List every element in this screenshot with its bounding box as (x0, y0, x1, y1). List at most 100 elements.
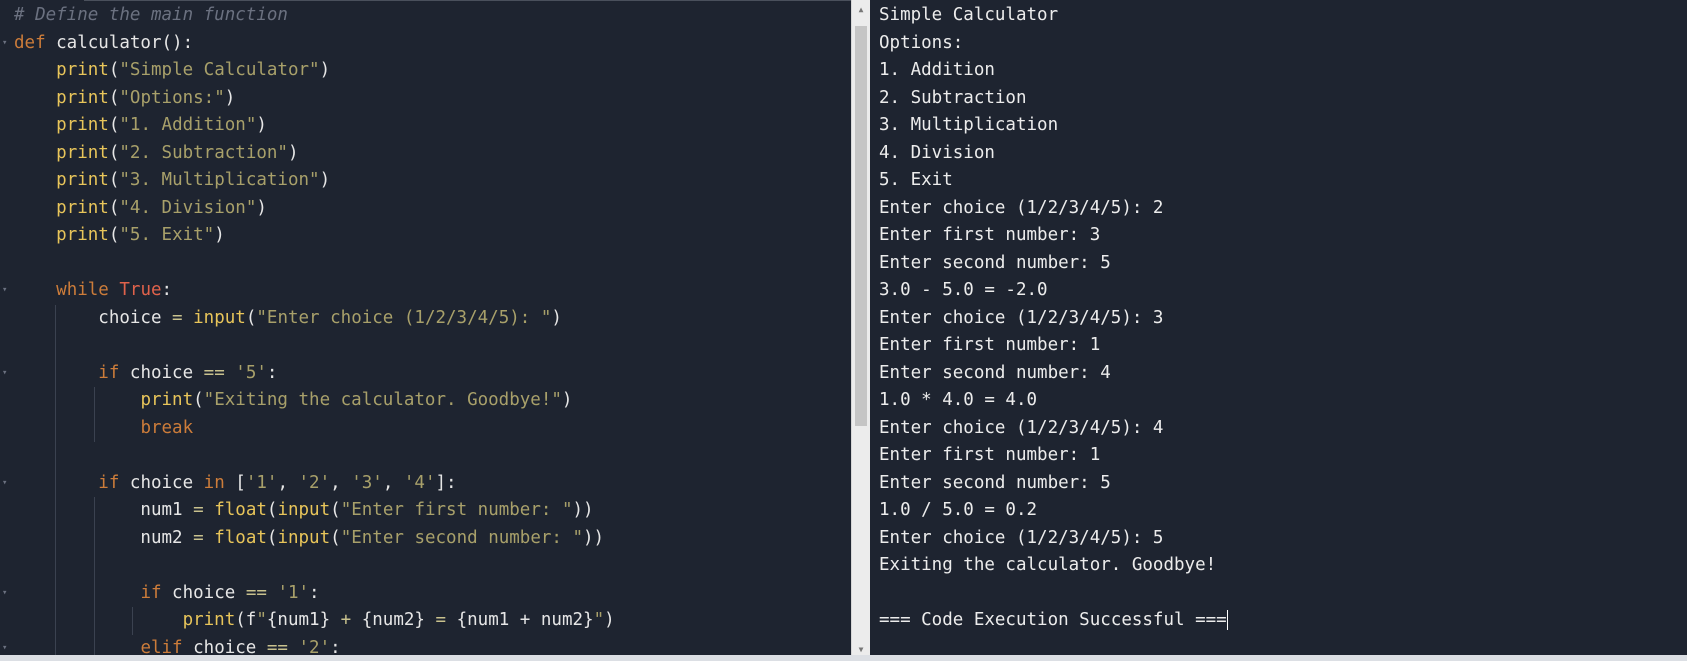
code-token: (f (235, 610, 257, 630)
code-token: : (266, 362, 278, 383)
code-token: ( (108, 170, 120, 190)
code-token: : (309, 582, 320, 603)
output-line: Enter choice (1/2/3/4/5): 5 (879, 525, 1163, 553)
code-text: print("Exiting the calculator. Goodbye!"… (14, 387, 572, 415)
fold-arrow-icon[interactable]: ▾ (2, 277, 7, 305)
console-output[interactable]: Simple Calculator Options: 1. Addition 2. S… (870, 0, 1687, 655)
code-text: break (14, 415, 193, 443)
code-token: "5. Exit" (119, 225, 215, 245)
code-token: print (56, 142, 109, 163)
fold-arrow-icon[interactable]: ▾ (2, 470, 7, 498)
output-text: Simple Calculator (879, 5, 1059, 25)
output-line: Enter choice (1/2/3/4/5): 2 (879, 195, 1163, 223)
code-token: "Enter choice (1/2/3/4/5): " (256, 307, 552, 328)
fold-arrow-icon[interactable]: ▾ (2, 30, 7, 58)
code-token: print (56, 115, 109, 135)
code-text: if choice == '1': (14, 580, 320, 608)
code-text: print("3. Multiplication") (14, 167, 330, 195)
code-token: num2 (14, 527, 194, 548)
output-text: 1. Addition (879, 60, 995, 80)
code-token: , (330, 472, 352, 493)
code-editor[interactable]: # Define the main function ▾ def calculato… (0, 0, 851, 661)
code-line: ▾ if choice == '5': (0, 360, 851, 388)
code-token: " (256, 610, 267, 630)
code-token: '1' (277, 582, 310, 603)
code-token: choice (119, 362, 204, 383)
code-token: = (172, 307, 183, 328)
code-line: print("5. Exit") (0, 222, 851, 250)
code-line: print("Exiting the calculator. Goodbye!"… (0, 387, 851, 415)
bottom-border (0, 655, 1687, 661)
output-line: 3.0 - 5.0 = -2.0 (879, 277, 1048, 305)
code-token: {num2} (351, 610, 436, 630)
code-token: print (182, 610, 236, 630)
code-line: choice = input("Enter choice (1/2/3/4/5)… (0, 305, 851, 333)
output-text: Enter first number: 1 (879, 335, 1101, 355)
code-token: float (214, 500, 267, 520)
code-line: # Define the main function (0, 2, 851, 30)
code-token: print (56, 197, 109, 218)
chevron-up-icon[interactable]: ▲ (852, 2, 870, 18)
output-text: 1.0 * 4.0 = 4.0 (879, 390, 1038, 410)
code-token: if (98, 472, 120, 493)
fold-arrow-icon[interactable]: ▾ (2, 360, 7, 388)
code-line: print("2. Subtraction") (0, 140, 851, 168)
code-token: ) (256, 115, 267, 135)
code-line: ▾ if choice in ['1', '2', '3', '4']: (0, 470, 851, 498)
code-token: input (277, 500, 331, 520)
code-token: {num1} (266, 610, 341, 630)
output-line: Enter second number: 5 (879, 250, 1111, 278)
code-token: ( (108, 87, 120, 108)
code-token: ) (551, 307, 562, 328)
code-text: print("1. Addition") (14, 112, 267, 140)
fold-arrow-icon[interactable]: ▾ (2, 580, 7, 608)
output-line: 1. Addition (879, 57, 995, 85)
code-line: break (0, 415, 851, 443)
output-text: === Code Execution Successful === (879, 610, 1227, 630)
code-token: {num1 + num2} (446, 610, 594, 630)
code-text: print("2. Subtraction") (14, 140, 298, 168)
code-lines[interactable]: # Define the main function ▾ def calculato… (0, 2, 851, 661)
code-token: ( (266, 527, 278, 548)
code-token: ( (108, 115, 120, 135)
code-token: '1' (245, 472, 278, 493)
code-token: if (140, 582, 162, 603)
code-token: print (56, 60, 109, 80)
code-text: # Define the main function (14, 2, 288, 30)
indent-guide (54, 304, 56, 661)
output-text: Enter choice (1/2/3/4/5): 3 (879, 307, 1164, 328)
code-text: choice = input("Enter choice (1/2/3/4/5)… (14, 305, 562, 333)
code-token: '2' (298, 472, 331, 493)
code-text: if choice in ['1', '2', '3', '4']: (14, 470, 456, 498)
code-token: "Enter first number: " (340, 500, 573, 520)
output-text: Enter second number: 5 (879, 252, 1111, 273)
code-token: in (203, 472, 225, 493)
code-token: '5' (235, 362, 267, 383)
scrollbar-thumb[interactable] (855, 26, 867, 426)
code-token: calculator(): (45, 32, 194, 53)
output-text: Enter second number: 4 (879, 362, 1111, 383)
code-token: '4' (403, 472, 436, 493)
code-line: ▾ while True: (0, 277, 851, 305)
output-line: Options: (879, 30, 963, 58)
code-token: "Exiting the calculator. Goodbye!" (203, 390, 562, 410)
code-token: = (193, 500, 204, 520)
code-line: ▾ if choice == '1': (0, 580, 851, 608)
code-token: print (56, 170, 109, 190)
code-token: if (98, 362, 120, 383)
editor-scrollbar[interactable]: ▲ ▼ (851, 0, 870, 661)
code-token: "4. Division" (119, 197, 257, 218)
code-token: ( (330, 527, 341, 548)
code-text: num1 = float(input("Enter first number: … (14, 497, 593, 525)
